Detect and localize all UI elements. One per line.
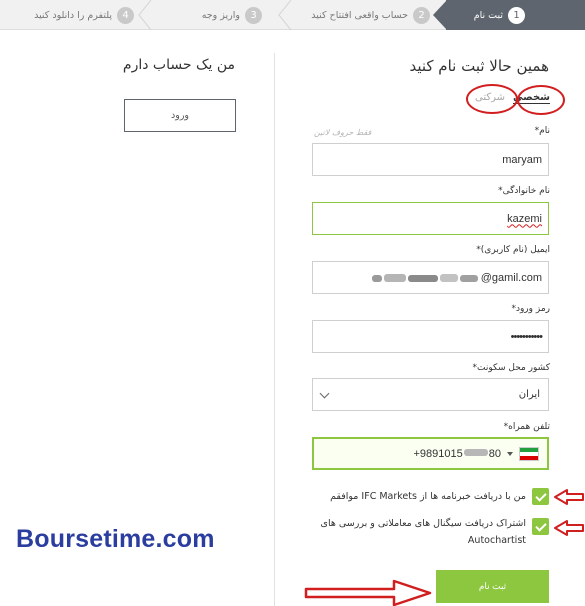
red-arrow-icon [554, 520, 584, 536]
email-redacted-blur [371, 273, 478, 282]
annotation-circle [517, 85, 565, 115]
surname-value: kazemi [507, 212, 542, 225]
phone-number: +9891015 80 [414, 447, 502, 460]
email-label: ایمیل (نام کاربری)* [476, 245, 550, 255]
step-1: ثبت نام 1 [446, 0, 585, 30]
step-2: حساب واقعی افتتاح کنید 2 [290, 0, 434, 30]
red-arrow-icon [304, 579, 432, 606]
step-3: واریز وجه 3 [150, 0, 278, 30]
step-separator [138, 0, 152, 30]
signals-label-line1: اشتراک دریافت سیگنال های معاملاتی و بررس… [320, 518, 526, 529]
signals-label-line2: Autochartist [467, 535, 526, 546]
watermark: Boursetime.com [16, 525, 215, 553]
register-submit-button[interactable]: ثبت نام [436, 570, 549, 603]
step-4-number: 4 [117, 6, 134, 24]
step-1-number: 1 [508, 6, 525, 24]
phone-redacted-blur [463, 449, 488, 456]
signals-checkbox[interactable] [532, 518, 549, 535]
newsletter-checkbox[interactable] [532, 488, 549, 505]
step-2-label: حساب واقعی افتتاح کنید [311, 9, 408, 21]
phone-input[interactable]: +9891015 80 [312, 437, 549, 470]
password-label: رمز ورود* [511, 304, 550, 314]
step-separator [433, 0, 447, 30]
step-4: پلتفرم را دانلود کنید 4 [0, 0, 138, 30]
surname-label: نام خانوادگی* [498, 186, 550, 196]
name-value: maryam [502, 153, 542, 166]
step-separator [278, 0, 292, 30]
password-input[interactable]: ••••••••••• [312, 320, 549, 353]
caret-down-icon[interactable] [507, 451, 513, 456]
red-arrow-icon [554, 489, 584, 505]
login-title: من یک حساب دارم [122, 57, 235, 73]
step-3-label: واریز وجه [201, 9, 240, 21]
column-divider [274, 53, 275, 606]
phone-label: تلفن همراه* [503, 422, 550, 432]
signals-checkbox-label: اشتراک دریافت سیگنال های معاملاتی و بررس… [321, 515, 526, 549]
email-input[interactable]: @gamil.com [312, 261, 549, 294]
step-1-label: ثبت نام [473, 9, 503, 21]
country-label: کشور محل سکونت* [472, 363, 550, 373]
annotation-circle [466, 84, 518, 114]
newsletter-checkbox-label: من با دریافت خبرنامه ها از IFC Markets م… [330, 491, 526, 502]
name-hint: فقط حروف لاتین [314, 128, 372, 137]
name-label: نام* [534, 126, 550, 136]
registration-steps: ثبت نام 1 حساب واقعی افتتاح کنید 2 واریز… [0, 0, 585, 30]
email-value: @gamil.com [480, 271, 542, 284]
country-value: ایران [518, 389, 540, 400]
country-select[interactable]: ایران [312, 378, 549, 411]
iran-flag-icon [519, 446, 539, 461]
step-4-label: پلتفرم را دانلود کنید [34, 9, 112, 21]
login-button[interactable]: ورود [124, 99, 236, 132]
password-value: ••••••••••• [510, 330, 543, 343]
step-2-number: 2 [413, 6, 430, 24]
surname-input[interactable]: kazemi [312, 202, 549, 235]
name-input[interactable]: maryam [312, 143, 549, 176]
chevron-down-icon [319, 388, 330, 398]
phone-value: +9891015 [413, 448, 463, 460]
register-title: همین حالا ثبت نام کنید [409, 57, 549, 75]
phone-value-end: 80 [488, 448, 501, 460]
step-3-number: 3 [245, 6, 262, 24]
